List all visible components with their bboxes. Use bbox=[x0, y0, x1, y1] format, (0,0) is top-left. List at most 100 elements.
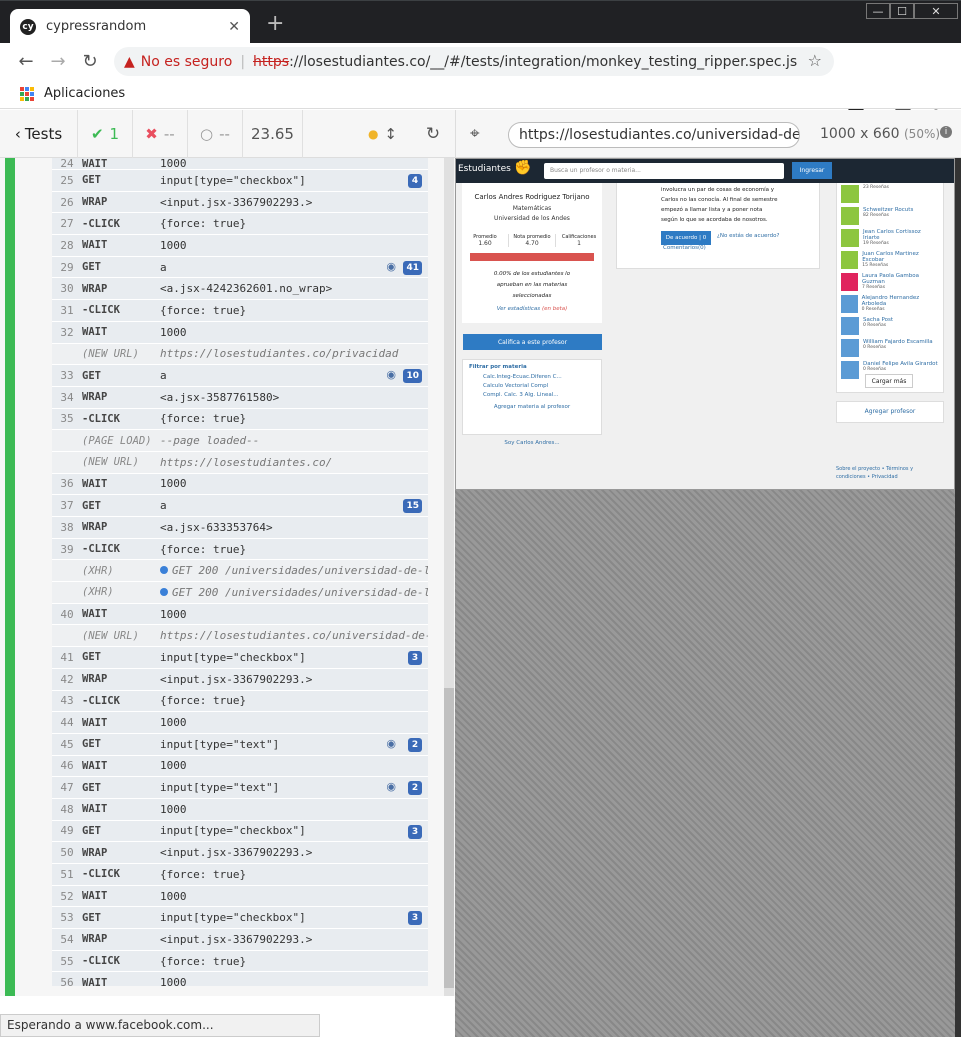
command-log-event[interactable]: (XHR) GET 200 /universidades/universidad-… bbox=[52, 582, 428, 604]
filter-option[interactable]: Compl. Calc. 3 Alg. Lineal... bbox=[483, 392, 581, 398]
stats-link[interactable]: Ver estadísticas (en beta) bbox=[462, 306, 602, 312]
filter-option[interactable]: Calc.Integ-Ecuac.Diferen C... bbox=[483, 374, 581, 380]
command-log-row[interactable]: 29 GET a ◉ 41 bbox=[52, 257, 428, 279]
command-log-row[interactable]: 42 WRAP <input.jsx-3367902293.> bbox=[52, 669, 428, 691]
bookmark-star-icon[interactable]: ☆ bbox=[808, 51, 822, 70]
minimize-button[interactable]: — bbox=[866, 3, 890, 19]
forward-icon[interactable]: → bbox=[42, 51, 74, 72]
aut-url[interactable]: https://losestudiantes.co/universidad-de… bbox=[508, 122, 800, 148]
command-message: https://losestudiantes.co/privacidad bbox=[160, 347, 399, 361]
restart-icon[interactable]: ↻ bbox=[411, 110, 455, 158]
rate-professor-button[interactable]: Califica a este profesor bbox=[463, 334, 602, 350]
command-log-row[interactable]: 24 WAIT 1000 bbox=[52, 158, 428, 170]
command-number: 45 bbox=[60, 737, 74, 751]
command-log-row[interactable]: 50 WRAP <input.jsx-3367902293.> bbox=[52, 842, 428, 864]
resize-arrows-icon: ↕ bbox=[384, 124, 397, 143]
command-name: (NEW URL) bbox=[82, 629, 139, 642]
reload-icon[interactable]: ↻ bbox=[74, 51, 106, 72]
professor-list-item[interactable]: Sacha Post 0 Reseñas bbox=[841, 317, 939, 337]
command-log-row[interactable]: 39 -CLICK {force: true} bbox=[52, 539, 428, 561]
tests-button[interactable]: ‹ Tests bbox=[0, 109, 78, 158]
address-bar[interactable]: ▲ No es seguro | https ://losestudiantes… bbox=[114, 47, 834, 76]
command-log-row[interactable]: 45 GET input[type="text"] ◉ 2 bbox=[52, 734, 428, 756]
command-log-row[interactable]: 33 GET a ◉ 10 bbox=[52, 365, 428, 387]
filter-option[interactable]: Calculo Vectorial Compl bbox=[483, 383, 581, 389]
command-log-row[interactable]: 26 WRAP <input.jsx-3367902293.> bbox=[52, 192, 428, 214]
agree-button[interactable]: De acuerdo | 0 bbox=[661, 231, 711, 245]
professor-list-item[interactable]: Alejandro Hernandez Arboleda 0 Reseñas bbox=[841, 295, 939, 315]
add-subject-link[interactable]: Agregar materia al profesor bbox=[463, 404, 601, 410]
command-number: 32 bbox=[60, 325, 74, 339]
command-log-row[interactable]: 25 GET input[type="checkbox"] 4 bbox=[52, 170, 428, 192]
command-log-row[interactable]: 37 GET a 15 bbox=[52, 495, 428, 517]
footer-links[interactable]: Sobre el proyecto • Términos y condicion… bbox=[836, 465, 926, 481]
command-list: 24 WAIT 1000 25 GET input[type="checkbox"] 4 26… bbox=[52, 158, 428, 986]
apps-grid-icon[interactable] bbox=[20, 86, 34, 101]
command-log-row[interactable]: 28 WAIT 1000 bbox=[52, 235, 428, 257]
command-log-event[interactable]: (NEW URL) https://losestudiantes.co/unive… bbox=[52, 625, 428, 648]
aut-search-input[interactable]: Busca un profesor o materia... bbox=[544, 163, 784, 179]
command-log-row[interactable]: 35 -CLICK {force: true} bbox=[52, 409, 428, 431]
command-log-event[interactable]: (XHR) GET 200 /universidades/universidad-… bbox=[52, 560, 428, 583]
professor-list-item[interactable]: William Fajardo Escamilla 0 Reseñas bbox=[841, 339, 939, 359]
selector-playground-icon[interactable]: ⌖ bbox=[470, 124, 480, 144]
professor-list-item[interactable]: Jean Carlos Cortissoz Iriarte 19 Reseñas bbox=[841, 229, 939, 249]
command-log-row[interactable]: 52 WAIT 1000 bbox=[52, 886, 428, 908]
command-number: 46 bbox=[60, 759, 74, 773]
professor-list-item[interactable]: Juan Carlos Martinez Escobar 15 Reseñas bbox=[841, 251, 939, 271]
command-log-row[interactable]: 54 WRAP <input.jsx-3367902293.> bbox=[52, 929, 428, 951]
disagree-link[interactable]: ¿No estás de acuerdo? bbox=[717, 233, 779, 239]
command-log-scroll-thumb[interactable] bbox=[444, 688, 454, 988]
add-professor-link[interactable]: Agregar profesor bbox=[837, 408, 943, 415]
aut-brand[interactable]: Estudiantes bbox=[458, 164, 511, 174]
command-log-row[interactable]: 30 WRAP <a.jsx-4242362601.no_wrap> bbox=[52, 278, 428, 301]
command-log-event[interactable]: (NEW URL) https://losestudiantes.co/ bbox=[52, 451, 428, 474]
command-log-row[interactable]: 43 -CLICK {force: true} bbox=[52, 691, 428, 713]
command-log-row[interactable]: 47 GET input[type="text"] ◉ 2 bbox=[52, 777, 428, 799]
maximize-button[interactable]: ☐ bbox=[890, 3, 914, 19]
command-message: 1000 bbox=[160, 607, 187, 621]
info-icon[interactable]: i bbox=[940, 126, 952, 138]
command-log-row[interactable]: 49 GET input[type="checkbox"] 3 bbox=[52, 821, 428, 843]
command-log-row[interactable]: 27 -CLICK {force: true} bbox=[52, 213, 428, 236]
command-log-row[interactable]: 31 -CLICK {force: true} bbox=[52, 300, 428, 322]
warning-icon: ▲ bbox=[124, 53, 135, 70]
command-log-row[interactable]: 44 WAIT 1000 bbox=[52, 712, 428, 734]
soy-professor-link[interactable]: Soy Carlos Andres... bbox=[462, 440, 602, 446]
command-log-row[interactable]: 51 -CLICK {force: true} bbox=[52, 864, 428, 886]
command-log-row[interactable]: 34 WRAP <a.jsx-3587761580> bbox=[52, 387, 428, 409]
command-log-row[interactable]: 41 GET input[type="checkbox"] 3 bbox=[52, 647, 428, 669]
command-name: -CLICK bbox=[82, 412, 120, 425]
tests-label: Tests bbox=[24, 124, 63, 143]
professor-list-item[interactable]: Schweitzer Rocuts 82 Reseñas bbox=[841, 207, 939, 227]
aut-login-button[interactable]: Ingresar bbox=[792, 162, 832, 179]
command-log-event[interactable]: (NEW URL) https://losestudiantes.co/priva… bbox=[52, 343, 428, 366]
command-log-row[interactable]: 40 WAIT 1000 bbox=[52, 604, 428, 626]
xhr-message-text: GET 200 /universidades/universidad-de-lo… bbox=[172, 564, 428, 578]
command-log-row[interactable]: 55 -CLICK {force: true} bbox=[52, 951, 428, 973]
command-message: 1000 bbox=[160, 238, 187, 252]
back-icon[interactable]: ← bbox=[10, 51, 42, 72]
close-window-button[interactable]: ✕ bbox=[914, 3, 958, 19]
command-log-row[interactable]: 46 WAIT 1000 bbox=[52, 756, 428, 778]
auto-scroll-toggle[interactable]: ● ↕ bbox=[303, 110, 411, 158]
not-secure-label[interactable]: No es seguro bbox=[141, 54, 233, 70]
new-tab-button[interactable]: + bbox=[266, 13, 284, 35]
professor-list-name: Jean Carlos Cortissoz Iriarte bbox=[862, 229, 921, 241]
browser-tab[interactable]: cy cypressrandom ✕ bbox=[10, 9, 250, 44]
command-log-row[interactable]: 36 WAIT 1000 bbox=[52, 474, 428, 496]
cypress-reporter-header: ‹ Tests ✔ 1 ✖ -- ○ -- 23.65 ● ↕ ↻ bbox=[0, 109, 455, 158]
professor-list-item[interactable]: Laura Paola Gamboa Guzman 7 Reseñas bbox=[841, 273, 939, 293]
command-log-row[interactable]: 53 GET input[type="checkbox"] 3 bbox=[52, 907, 428, 930]
load-more-button[interactable]: Cargar más bbox=[865, 374, 913, 388]
tab-close-icon[interactable]: ✕ bbox=[228, 19, 240, 35]
comments-link[interactable]: Comentarios(0) bbox=[663, 245, 706, 251]
professor-list-item[interactable]: 23 Reseñas bbox=[841, 185, 939, 205]
command-log-row[interactable]: 32 WAIT 1000 bbox=[52, 322, 428, 344]
command-log-row[interactable]: 56 WAIT 1000 bbox=[52, 972, 428, 986]
aut-header: ⌖ https://losestudiantes.co/universidad-… bbox=[455, 110, 961, 158]
command-log-row[interactable]: 48 WAIT 1000 bbox=[52, 799, 428, 821]
command-log-row[interactable]: 38 WRAP <a.jsx-633353764> bbox=[52, 517, 428, 539]
command-log-event[interactable]: (PAGE LOAD) --page loaded-- bbox=[52, 430, 428, 452]
apps-bookmark[interactable]: Aplicaciones bbox=[44, 86, 125, 101]
